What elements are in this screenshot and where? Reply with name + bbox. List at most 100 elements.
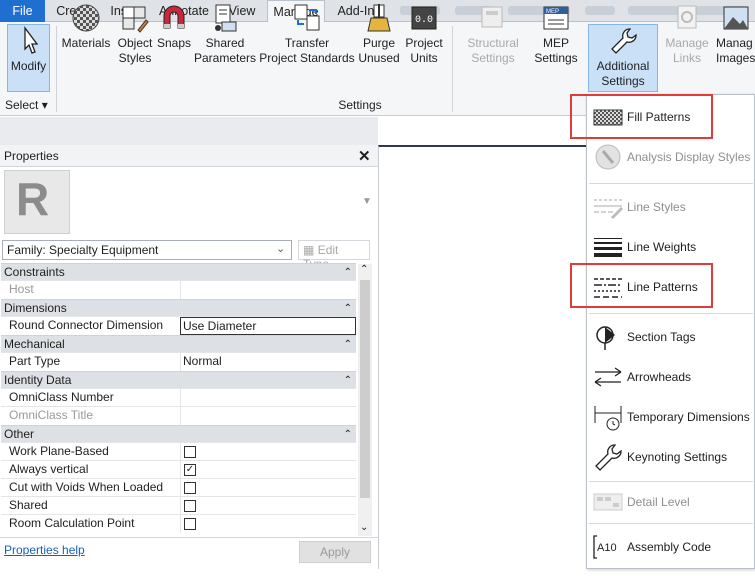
- group-identity-data[interactable]: Identity Data ⌃: [1, 371, 356, 388]
- mep-settings-button[interactable]: MEP MEP Settings: [530, 2, 582, 66]
- revit-logo-icon: R: [16, 173, 50, 225]
- checkbox[interactable]: [184, 482, 196, 494]
- collapse-icon[interactable]: ⌃: [344, 264, 352, 281]
- manage-links-button[interactable]: Manage Links: [662, 2, 712, 66]
- materials-label: Materials: [61, 36, 111, 50]
- type-selector-chevron-icon[interactable]: ▼: [362, 196, 372, 207]
- property-value: [180, 479, 356, 497]
- settings-panel-label: Settings: [338, 98, 382, 112]
- apply-button[interactable]: Apply: [299, 541, 371, 563]
- structural-settings-button[interactable]: Structural Settings: [462, 2, 524, 66]
- menu-item-line-styles[interactable]: Line Styles: [587, 188, 755, 226]
- object-styles-label: Object Styles: [117, 36, 153, 65]
- menu-item-assembly-code[interactable]: A10 Assembly Code: [587, 528, 755, 566]
- group-mechanical[interactable]: Mechanical ⌃: [1, 335, 356, 352]
- modify-button[interactable]: Modify: [7, 24, 50, 92]
- property-key: Part Type: [9, 354, 61, 368]
- collapse-icon[interactable]: ⌃: [344, 426, 352, 443]
- select-dropdown[interactable]: Select ▾: [5, 98, 48, 112]
- line-weights-icon: [593, 233, 623, 261]
- svg-text:A10: A10: [597, 542, 617, 554]
- property-key: Always vertical: [9, 462, 89, 476]
- project-units-button[interactable]: 0.0 Project Units: [403, 2, 445, 66]
- analysis-display-styles-icon: [593, 143, 623, 171]
- property-key: Host: [9, 282, 34, 296]
- collapse-icon[interactable]: ⌃: [344, 372, 352, 389]
- property-row: Round Connector Dimension Use Diameter: [1, 316, 356, 335]
- additional-settings-label: Additional Settings: [596, 59, 650, 88]
- toolbar-strip: [0, 117, 378, 145]
- tab-blurred[interactable]: [585, 6, 615, 15]
- chevron-down-icon[interactable]: ⌄: [276, 242, 285, 255]
- collapse-icon[interactable]: ⌃: [344, 300, 352, 317]
- property-row: Cut with Voids When Loaded: [1, 478, 356, 497]
- highlight-line-patterns: [570, 263, 713, 308]
- manage-images-button[interactable]: Manag Images: [716, 2, 755, 66]
- close-icon[interactable]: ✕: [358, 147, 371, 165]
- property-value[interactable]: [180, 407, 356, 425]
- menu-item-label: Assembly Code: [627, 540, 712, 554]
- property-value: [180, 497, 356, 515]
- property-row: Part Type Normal: [1, 352, 356, 371]
- transfer-standards-label: Transfer Project Standards: [259, 36, 355, 65]
- menu-item-keynoting-settings[interactable]: Keynoting Settings: [587, 438, 755, 476]
- property-value-input[interactable]: Use Diameter: [180, 317, 356, 335]
- menu-item-section-tags[interactable]: Section Tags: [587, 318, 755, 356]
- menu-item-analysis-display-styles[interactable]: Analysis Display Styles: [587, 138, 755, 176]
- checkbox[interactable]: [184, 500, 196, 512]
- panel-separator: [452, 26, 453, 112]
- menu-item-line-weights[interactable]: Line Weights: [587, 228, 755, 266]
- object-styles-icon: [120, 2, 150, 34]
- additional-settings-menu: Fill Patterns Analysis Display Styles Li…: [586, 94, 755, 569]
- wrench-icon: [593, 443, 623, 471]
- transfer-project-standards-button[interactable]: Transfer Project Standards: [259, 2, 355, 66]
- shared-parameters-label: Shared Parameters: [193, 36, 257, 65]
- snaps-button[interactable]: Snaps: [157, 2, 191, 51]
- shared-parameters-button[interactable]: Shared Parameters: [193, 2, 257, 66]
- scroll-up-icon[interactable]: ⌃: [360, 264, 368, 275]
- menu-separator: [589, 313, 753, 314]
- property-value[interactable]: [180, 281, 356, 299]
- checkbox-checked[interactable]: ✓: [184, 464, 196, 476]
- group-dimensions[interactable]: Dimensions ⌃: [1, 299, 356, 316]
- property-row: Shared: [1, 496, 356, 515]
- tab-file[interactable]: File: [0, 0, 45, 22]
- edit-type-button[interactable]: ▦ Edit Type: [298, 240, 370, 271]
- svg-text:MEP: MEP: [546, 9, 559, 15]
- object-styles-button[interactable]: Object Styles: [115, 2, 155, 66]
- additional-settings-button[interactable]: Additional Settings: [588, 24, 658, 92]
- checkbox[interactable]: [184, 446, 196, 458]
- wrench-icon: [608, 25, 638, 57]
- temporary-dimensions-icon: [593, 403, 623, 431]
- select-label: Select: [5, 98, 39, 112]
- group-constraints[interactable]: Constraints ⌃: [1, 263, 356, 280]
- property-value[interactable]: Normal: [180, 353, 356, 371]
- purge-unused-button[interactable]: Purge Unused: [358, 2, 400, 66]
- property-value: [180, 443, 356, 461]
- checkbox[interactable]: [184, 518, 196, 530]
- menu-separator: [589, 523, 753, 524]
- group-label: Identity Data: [4, 373, 72, 387]
- collapse-icon[interactable]: ⌃: [344, 336, 352, 353]
- scrollbar-thumb[interactable]: [360, 280, 370, 498]
- family-selector[interactable]: Family: Specialty Equipment: [2, 240, 292, 260]
- properties-help-link[interactable]: Properties help: [4, 543, 85, 557]
- materials-button[interactable]: Materials: [60, 2, 112, 51]
- group-label: Other: [4, 427, 35, 441]
- structural-settings-icon: [478, 2, 508, 34]
- shared-parameters-icon: [210, 2, 240, 34]
- property-row: OmniClass Number: [1, 388, 356, 407]
- group-other[interactable]: Other ⌃: [1, 425, 356, 442]
- menu-item-detail-level[interactable]: Detail Level: [587, 483, 755, 521]
- menu-item-arrowheads[interactable]: Arrowheads: [587, 358, 755, 396]
- menu-separator: [589, 183, 753, 184]
- line-styles-icon: [593, 193, 623, 221]
- svg-text:0.0: 0.0: [415, 15, 433, 26]
- highlight-fill-patterns: [570, 94, 713, 139]
- menu-item-temporary-dimensions[interactable]: Temporary Dimensions: [587, 398, 755, 436]
- property-value[interactable]: [180, 389, 356, 407]
- modify-label: Modify: [10, 59, 47, 73]
- images-icon: [721, 2, 751, 34]
- scroll-down-icon[interactable]: ⌄: [360, 522, 368, 533]
- project-units-label: Project Units: [405, 36, 443, 65]
